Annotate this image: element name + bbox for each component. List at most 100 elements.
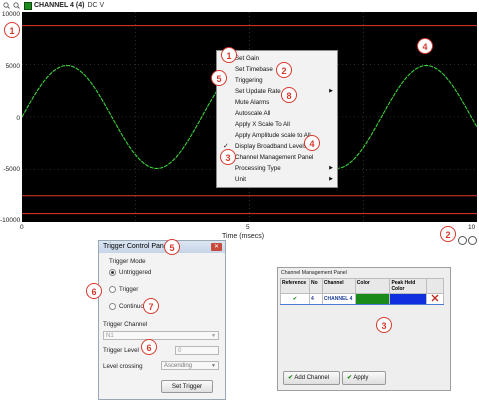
reference-check-icon[interactable]: ✔ (293, 296, 297, 302)
zoom-in-icon[interactable] (3, 2, 10, 9)
submenu-arrow-icon: ▶ (329, 88, 333, 94)
menu-item-label: Triggering (235, 77, 263, 84)
apply-button[interactable]: ✔ Apply (342, 371, 386, 385)
trigger-control-panel: Trigger Control Panel ✕ Trigger Mode Unt… (98, 240, 226, 400)
menu-item-label: Set Timebase (235, 66, 273, 73)
channel-panel-title: Channel Management Panel (281, 270, 347, 276)
menu-item-processing-type[interactable]: Processing Type ▶ (217, 163, 337, 174)
trigger-channel-select[interactable]: N1 ▼ (103, 331, 219, 340)
trigger-panel-titlebar[interactable]: Trigger Control Panel ✕ (99, 241, 225, 253)
callout-marker: 3 (376, 317, 392, 333)
menu-item-label: Channel Management Panel (235, 154, 314, 161)
submenu-arrow-icon: ▶ (329, 165, 333, 171)
apply-label: Apply (353, 375, 369, 381)
column-header: Color (354, 278, 391, 294)
callout-marker: 1 (221, 47, 237, 63)
y-tick-label: 0 (16, 115, 20, 122)
level-crossing-value: Ascending (164, 363, 193, 369)
menu-item-autoscale-all[interactable]: Autoscale All (217, 108, 337, 119)
radio-trigger[interactable]: Trigger (109, 286, 138, 293)
column-header: Channel (321, 278, 356, 294)
callout-marker: 2 (440, 226, 456, 242)
level-crossing-label: Level crossing (103, 363, 143, 370)
set-trigger-button[interactable]: Set Trigger (161, 380, 213, 393)
menu-item-set-update-rate[interactable]: Set Update Rate ▶ (217, 86, 337, 97)
y-tick-label: 10000 (1, 11, 20, 18)
number-cell: 4 (308, 293, 323, 305)
channel-cell: CHANNEL 4 (321, 293, 356, 305)
coupling-label: DC V (87, 2, 105, 9)
zoom-out-icon[interactable] (13, 2, 20, 9)
reference-cell[interactable]: ✔ (280, 293, 310, 305)
callout-marker: 1 (4, 22, 20, 38)
callout-marker: 7 (143, 298, 159, 314)
menu-item-label: Mute Alarms (235, 99, 270, 106)
radio-label: Trigger (119, 286, 139, 294)
trigger-channel-value: N1 (106, 333, 114, 339)
color-cell[interactable] (354, 293, 391, 305)
zoom-out-icon[interactable] (468, 236, 477, 245)
menu-item-label: Set Update Rate (235, 88, 281, 95)
level-crossing-select[interactable]: Ascending ▼ (161, 361, 219, 370)
trigger-level-label: Trigger Level (103, 347, 139, 354)
menu-item-label: Display Broadband Levels (235, 143, 307, 150)
radio-button-selected[interactable] (109, 269, 116, 276)
trigger-channel-label: Trigger Channel (103, 321, 148, 328)
column-header: Reference (280, 278, 310, 294)
x-tick-label: 10 (468, 224, 476, 231)
channel-table: Reference No Channel Color Peak Held Col… (280, 278, 444, 305)
scope-header: CHANNEL 4 (4) DC V (0, 0, 479, 11)
checkmark-icon: ✔ (347, 375, 353, 381)
menu-item-label: Unit (235, 176, 247, 183)
menu-item-label: Apply X Scale To All (235, 121, 290, 128)
menu-item-triggering[interactable]: Triggering (217, 75, 337, 86)
add-channel-button[interactable]: ✔ Add Channel (283, 371, 340, 385)
menu-item-apply-x-scale[interactable]: Apply X Scale To All (217, 119, 337, 130)
menu-item-label: Processing Type (235, 165, 281, 172)
x-tick-label: 5 (246, 224, 250, 231)
y-tick-label: -10000 (0, 217, 21, 224)
callout-marker: 2 (276, 62, 292, 78)
peak-color-cell[interactable] (389, 293, 428, 305)
radio-untriggered[interactable]: Untriggered (109, 269, 151, 276)
callout-marker: 3 (220, 149, 236, 165)
callout-marker: 6 (141, 339, 157, 355)
checkmark-icon: ✔ (288, 375, 294, 381)
y-tick-label: 5000 (5, 63, 20, 70)
trigger-mode-label: Trigger Mode (109, 258, 146, 265)
delete-cell[interactable] (426, 293, 444, 305)
zoom-controls (458, 236, 477, 245)
table-header-row: Reference No Channel Color Peak Held Col… (280, 278, 444, 294)
submenu-arrow-icon: ▶ (329, 176, 333, 182)
y-tick-label: -5000 (3, 166, 20, 173)
radio-button[interactable] (109, 303, 116, 310)
add-channel-label: Add Channel (294, 375, 330, 381)
x-axis-title: Time (msecs) (222, 233, 265, 240)
close-button[interactable]: ✕ (211, 243, 222, 251)
callout-marker: 6 (86, 283, 102, 299)
callout-marker: 8 (281, 87, 297, 103)
channel-color-swatch (24, 1, 32, 10)
column-header (426, 278, 444, 294)
x-tick-label: 0 (20, 224, 24, 231)
zoom-in-icon[interactable] (458, 236, 467, 245)
menu-item-unit[interactable]: Unit ▶ (217, 174, 337, 185)
channel-management-panel: Channel Management Panel Reference No Ch… (277, 267, 451, 391)
menu-item-label: Set Gain (235, 55, 260, 62)
menu-item-mute-alarms[interactable]: Mute Alarms (217, 97, 337, 108)
menu-item-label: Apply Amplitude scale to All (235, 132, 311, 139)
column-header: No (308, 278, 323, 294)
column-header: Peak Held Color (389, 278, 428, 294)
callout-marker: 4 (304, 135, 320, 151)
channel-label: CHANNEL 4 (4) (34, 2, 85, 9)
delete-icon[interactable] (431, 294, 439, 302)
radio-button[interactable] (109, 286, 116, 293)
chevron-down-icon: ▼ (211, 333, 216, 339)
table-row[interactable]: ✔ 4 CHANNEL 4 (280, 293, 444, 305)
radio-label: Untriggered (119, 269, 152, 277)
trigger-level-input[interactable]: 0 (175, 346, 219, 355)
menu-item-label: Autoscale All (235, 110, 271, 117)
callout-marker: 4 (417, 38, 433, 54)
trigger-panel-title: Trigger Control Panel (103, 243, 170, 250)
chevron-down-icon: ▼ (211, 363, 216, 369)
